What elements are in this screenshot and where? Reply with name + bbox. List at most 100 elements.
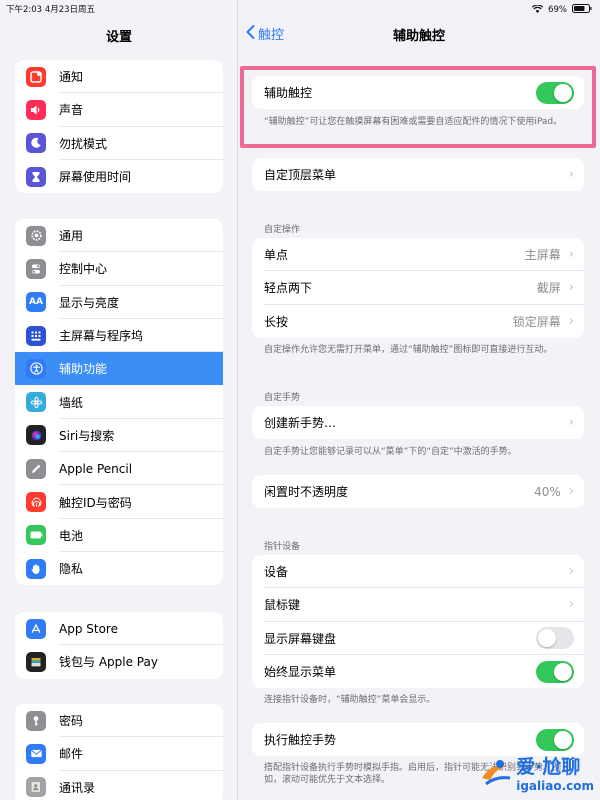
sidebar-item[interactable]: 通讯录 <box>15 771 223 800</box>
sidebar-item[interactable]: App Store <box>15 612 223 646</box>
customize-top-menu-row[interactable]: 自定顶层菜单 › <box>252 158 584 191</box>
sidebar-item[interactable]: 勿扰模式 <box>15 127 223 161</box>
chevron-right-icon: › <box>568 167 574 183</box>
show-keyboard-row: 显示屏幕键盘 <box>252 622 584 656</box>
sidebar-item[interactable]: 密码 <box>15 704 223 738</box>
sound-icon <box>26 99 46 120</box>
chevron-right-icon: › <box>568 597 574 613</box>
show-keyboard-toggle[interactable] <box>536 627 574 650</box>
app-store-icon <box>26 618 46 639</box>
sidebar-item-label: 显示与亮度 <box>59 295 120 310</box>
idle-opacity-row[interactable]: 闲置时不透明度 40% › <box>252 475 584 508</box>
sidebar-item[interactable]: 辅助功能 <box>15 352 223 386</box>
sidebar-item[interactable]: 通知 <box>15 60 223 94</box>
custom-action-row[interactable]: 单点 主屏幕 › <box>252 238 584 272</box>
sidebar-item[interactable]: 通用 <box>15 219 223 253</box>
always-show-menu-row: 始终显示菜单 <box>252 655 584 688</box>
sidebar-item[interactable]: Siri与搜索 <box>15 419 223 453</box>
custom-action-label: 单点 <box>264 248 289 263</box>
watermark-logo-icon <box>478 758 512 792</box>
create-gesture-row[interactable]: 创建新手势… › <box>252 406 584 439</box>
perform-gestures-row: 执行触控手势 <box>252 723 584 756</box>
custom-gestures-group: 创建新手势… › <box>252 406 584 440</box>
sidebar-item[interactable]: AA 显示与亮度 <box>15 286 223 320</box>
home-grid-icon <box>26 325 46 346</box>
sidebar-item[interactable]: 主屏幕与程序坞 <box>15 319 223 353</box>
hand-icon <box>26 558 46 579</box>
chevron-right-icon: › <box>568 247 574 263</box>
sidebar-item-label: 钱包与 Apple Pay <box>59 655 158 670</box>
sidebar-item-label: 电池 <box>59 528 84 543</box>
custom-action-label: 长按 <box>264 314 289 329</box>
notifications-icon <box>26 66 46 87</box>
custom-actions-footer: 自定操作允许您无需打开菜单，通过“辅助触控”图标即可直接进行互动。 <box>264 345 553 355</box>
sidebar-item-label: 邮件 <box>59 747 84 762</box>
hourglass-icon <box>26 166 46 187</box>
sidebar-item[interactable]: 邮件 <box>15 737 223 771</box>
devices-label: 设备 <box>264 565 289 580</box>
wifi-icon <box>531 3 544 16</box>
custom-action-row[interactable]: 轻点两下 截屏 › <box>252 271 584 305</box>
pointer-devices-header: 指针设备 <box>264 542 301 552</box>
custom-action-value: 主屏幕 <box>524 248 561 263</box>
watermark-url: igaliao.com <box>516 779 594 793</box>
sidebar-item-label: 通讯录 <box>59 780 96 795</box>
chevron-right-icon: › <box>568 415 574 431</box>
moon-icon <box>26 133 46 154</box>
contacts-icon <box>26 777 46 798</box>
custom-action-value: 截屏 <box>536 281 561 296</box>
sidebar-item-label: 通知 <box>59 70 84 85</box>
custom-action-value: 锁定屏幕 <box>512 314 561 329</box>
sidebar-item-label: 辅助功能 <box>59 362 108 377</box>
custom-actions-group: 单点 主屏幕 › 轻点两下 截屏 › 长按 锁定屏幕 › <box>252 238 584 338</box>
sidebar-item-label: 声音 <box>59 103 84 118</box>
sidebar-item-label: 控制中心 <box>59 262 108 277</box>
sidebar-item[interactable]: 电池 <box>15 519 223 553</box>
perform-gestures-toggle[interactable] <box>536 728 574 751</box>
sidebar-item-label: App Store <box>59 621 118 636</box>
status-time-date: 下午2:03 4月23日周五 <box>6 5 96 15</box>
mouse-keys-label: 鼠标键 <box>264 598 301 613</box>
sidebar-item[interactable]: 隐私 <box>15 552 223 585</box>
mouse-keys-row[interactable]: 鼠标键 › <box>252 588 584 622</box>
always-show-menu-label: 始终显示菜单 <box>264 665 337 680</box>
sidebar-item[interactable]: 墙纸 <box>15 385 223 420</box>
toggle-knob <box>554 662 572 681</box>
status-right: 69% <box>531 2 592 18</box>
battery-status-icon <box>572 4 592 16</box>
custom-action-row[interactable]: 长按 锁定屏幕 › <box>252 305 584 338</box>
wallet-icon <box>26 651 46 672</box>
switches-icon <box>26 258 46 279</box>
sidebar-item[interactable]: 钱包与 Apple Pay <box>15 645 223 678</box>
sidebar-group-1: 通知声音勿扰模式屏幕使用时间 <box>15 60 223 194</box>
always-show-menu-toggle[interactable] <box>536 660 574 683</box>
sidebar-item[interactable]: 屏幕使用时间 <box>15 160 223 193</box>
sidebar-item-label: Siri与搜索 <box>59 428 115 443</box>
idle-opacity-group: 闲置时不透明度 40% › <box>252 475 584 509</box>
chevron-right-icon: › <box>568 484 574 500</box>
display-icon: AA <box>26 292 46 313</box>
devices-row[interactable]: 设备 › <box>252 555 584 589</box>
accessibility-icon <box>26 358 46 379</box>
sidebar-group-4: 密码邮件通讯录 <box>15 704 223 800</box>
sidebar-item-label: 勿扰模式 <box>59 136 108 151</box>
sidebar-item-label: 墙纸 <box>59 395 84 410</box>
perform-gestures-group: 执行触控手势 <box>252 723 584 757</box>
gear-icon <box>26 225 46 246</box>
custom-actions-header: 自定操作 <box>264 225 301 235</box>
battery-icon <box>26 525 46 546</box>
perform-gestures-label: 执行触控手势 <box>264 733 337 748</box>
mail-icon <box>26 743 46 764</box>
sidebar-group-2: 通用控制中心 AA 显示与亮度主屏幕与程序坞辅助功能墙纸 Siri与搜索 Apple P… <box>15 219 223 586</box>
sidebar-item[interactable]: 触控ID与密码 <box>15 485 223 519</box>
top-menu-group: 自定顶层菜单 › <box>252 158 584 192</box>
sidebar-item[interactable]: Apple Pencil <box>15 452 223 486</box>
watermark: 爱·尬聊 igaliao.com <box>478 758 594 792</box>
toggle-knob <box>538 629 556 648</box>
create-gesture-label: 创建新手势… <box>264 416 337 431</box>
pointer-devices-footer: 连接指针设备时，“辅助触控”菜单会显示。 <box>264 695 436 705</box>
siri-icon <box>26 425 46 446</box>
sidebar-item[interactable]: 声音 <box>15 93 223 127</box>
sidebar-item[interactable]: 控制中心 <box>15 252 223 286</box>
custom-action-label: 轻点两下 <box>264 281 313 296</box>
